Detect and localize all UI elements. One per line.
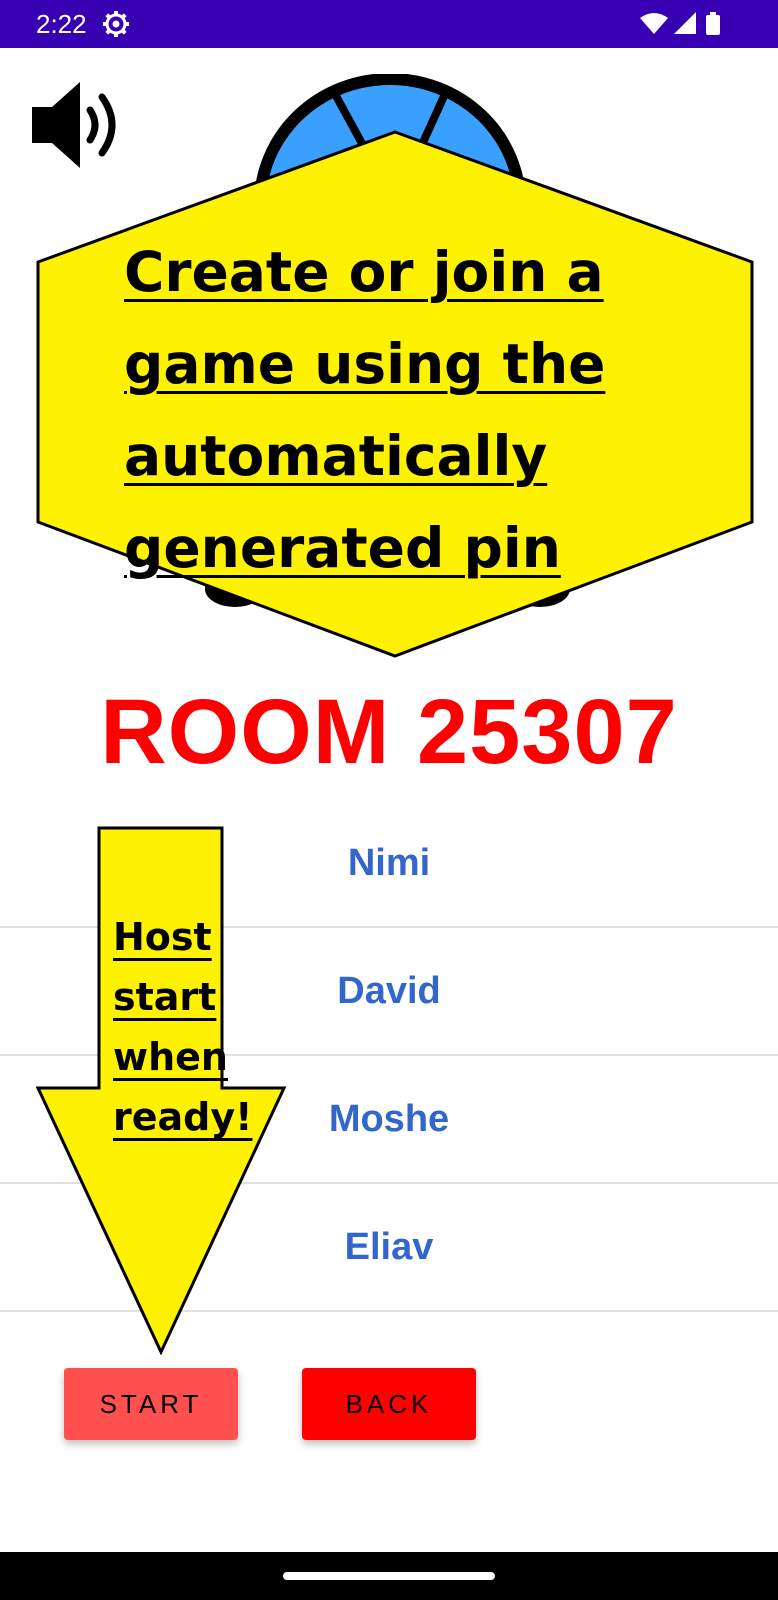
status-icons	[640, 12, 732, 41]
status-time: 2:22	[36, 9, 87, 39]
tooltip-host-line: when	[113, 1035, 228, 1079]
tooltip-host-line: start	[113, 975, 217, 1019]
battery-icon	[706, 12, 720, 35]
back-button[interactable]: BACK	[302, 1368, 476, 1440]
tooltip-main-line: automatically	[124, 424, 548, 488]
tooltip-main-text: Create or join a game using the automati…	[124, 226, 684, 594]
room-title: ROOM 25307	[100, 681, 678, 783]
navigation-bar	[0, 1552, 778, 1600]
tooltip-host-line: Host	[113, 915, 212, 959]
signal-icon	[674, 12, 696, 34]
tooltip-main-line: Create or join a	[124, 240, 604, 304]
status-bar: 2:22	[0, 0, 778, 48]
wifi-icon	[640, 13, 668, 34]
tooltip-host-text: Host start when ready!	[113, 907, 263, 1147]
home-gesture-handle[interactable]	[283, 1572, 495, 1580]
tooltip-main-line: generated pin	[124, 516, 561, 580]
tooltip-host-line: ready!	[113, 1095, 253, 1139]
start-button[interactable]: START	[64, 1368, 238, 1440]
gear-icon	[102, 10, 130, 43]
tooltip-main-line: game using the	[124, 332, 606, 396]
